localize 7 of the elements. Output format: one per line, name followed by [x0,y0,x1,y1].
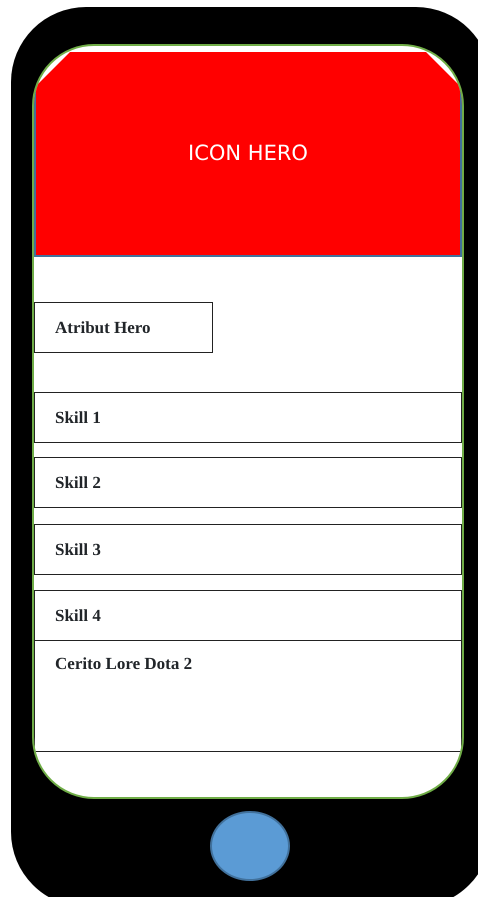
attribute-button[interactable]: Atribut Hero [34,302,213,353]
skill-row[interactable]: Skill 4 [34,590,462,641]
lore-title: Cerito Lore Dota 2 [55,653,194,675]
skill-row[interactable]: Skill 1 [34,392,462,443]
hero-icon-label: ICON HERO [188,140,308,167]
skill-row[interactable]: Skill 2 [34,457,462,508]
skill-row[interactable]: Skill 3 [34,524,462,575]
